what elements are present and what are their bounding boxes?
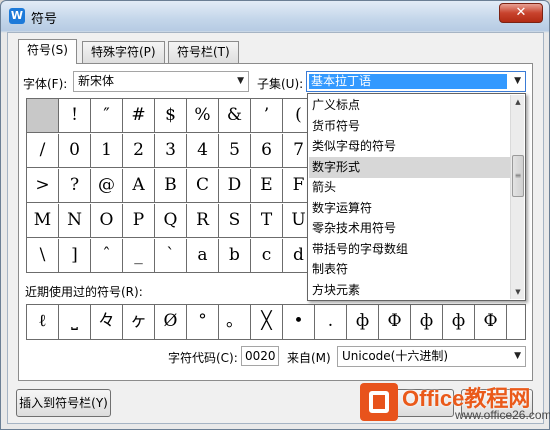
recent-symbol-cell[interactable]: ф bbox=[347, 305, 379, 339]
wps-app-icon: W bbox=[9, 8, 25, 24]
symbol-cell[interactable]: # bbox=[123, 99, 155, 133]
symbol-cell[interactable]: B bbox=[155, 169, 187, 203]
dropdown-option[interactable]: 带括号的字母数组 bbox=[309, 239, 513, 260]
tab-symbols[interactable]: 符号(S) bbox=[18, 39, 77, 64]
dropdown-option[interactable]: 制表符 bbox=[309, 259, 513, 280]
dropdown-scrollbar[interactable]: ▲ ≡ ▼ bbox=[510, 95, 524, 299]
dropdown-option[interactable]: 数字形式 bbox=[309, 156, 513, 178]
font-select-value: 新宋体 bbox=[78, 74, 115, 88]
symbol-dialog: W 符号 ✕ 符号(S) 特殊字符(P) 符号栏(T) 字体(F): 新宋体 ▼… bbox=[0, 0, 550, 430]
symbol-cell[interactable]: _ bbox=[123, 239, 155, 272]
watermark: Office教程网 www.office26.com bbox=[360, 381, 550, 425]
symbol-cell[interactable]: ″ bbox=[91, 99, 123, 133]
recent-symbol-cell[interactable]: Ф bbox=[379, 305, 411, 339]
symbol-cell[interactable]: T bbox=[251, 204, 283, 238]
office-logo-icon bbox=[360, 383, 398, 421]
symbol-cell[interactable]: Q bbox=[155, 204, 187, 238]
symbol-cell[interactable]: @ bbox=[91, 169, 123, 203]
dropdown-option[interactable]: 货币符号 bbox=[309, 116, 513, 137]
close-button[interactable]: ✕ bbox=[499, 3, 543, 23]
window-title: 符号 bbox=[31, 12, 58, 27]
symbol-cell[interactable]: c bbox=[251, 239, 283, 272]
chevron-down-icon: ▼ bbox=[514, 76, 521, 86]
symbol-cell[interactable]: S bbox=[219, 204, 251, 238]
recent-symbol-cell[interactable]: . bbox=[315, 305, 347, 339]
tab-special-characters[interactable]: 特殊字符(P) bbox=[82, 41, 165, 63]
title-bar: W 符号 ✕ bbox=[1, 1, 549, 31]
symbol-cell[interactable]: $ bbox=[155, 99, 187, 133]
symbol-cell[interactable]: 6 bbox=[251, 134, 283, 168]
tab-symbol-bar[interactable]: 符号栏(T) bbox=[168, 41, 239, 63]
symbol-cell[interactable]: ? bbox=[59, 169, 91, 203]
recent-symbol-cell[interactable]: ╳ bbox=[251, 305, 283, 339]
symbol-cell[interactable]: 3 bbox=[155, 134, 187, 168]
symbol-cell[interactable]: P bbox=[123, 204, 155, 238]
scroll-up-arrow-icon[interactable]: ▲ bbox=[511, 95, 525, 109]
subset-select-value: 基本拉丁语 bbox=[309, 74, 507, 89]
recent-symbol-cell[interactable]: ° bbox=[187, 305, 219, 339]
subset-label: 子集(U): bbox=[257, 77, 304, 91]
subset-select[interactable]: 基本拉丁语 ▼ bbox=[306, 71, 526, 92]
dropdown-option[interactable]: 箭头 bbox=[309, 177, 513, 198]
recent-symbol-cell[interactable]: • bbox=[283, 305, 315, 339]
from-select[interactable]: Unicode(十六进制) ▼ bbox=[337, 346, 526, 367]
symbol-cell[interactable]: R bbox=[187, 204, 219, 238]
scroll-down-arrow-icon[interactable]: ▼ bbox=[511, 285, 525, 299]
symbol-cell[interactable]: 2 bbox=[123, 134, 155, 168]
recent-symbol-cell[interactable]: ф bbox=[443, 305, 475, 339]
symbol-cell[interactable]: \ bbox=[27, 239, 59, 272]
dropdown-option[interactable]: 广义标点 bbox=[309, 95, 513, 116]
font-label: 字体(F): bbox=[23, 77, 68, 91]
symbol-cell[interactable] bbox=[27, 99, 59, 133]
char-code-input[interactable]: 0020 bbox=[241, 346, 279, 366]
symbol-cell[interactable]: 1 bbox=[91, 134, 123, 168]
symbol-cell[interactable]: A bbox=[123, 169, 155, 203]
recent-symbol-cell[interactable]: Ø bbox=[155, 305, 187, 339]
dropdown-option[interactable]: 类似字母的符号 bbox=[309, 136, 513, 157]
symbol-cell[interactable]: > bbox=[27, 169, 59, 203]
symbol-cell[interactable]: ! bbox=[59, 99, 91, 133]
symbol-cell[interactable]: 0 bbox=[59, 134, 91, 168]
from-select-value: Unicode(十六进制) bbox=[342, 349, 449, 363]
char-code-label: 字符代码(C): bbox=[168, 351, 238, 365]
symbol-cell[interactable]: & bbox=[219, 99, 251, 133]
symbol-cell[interactable]: ˋ bbox=[155, 239, 187, 272]
recent-symbol-cell[interactable]: ヶ bbox=[123, 305, 155, 339]
recent-symbol-cell[interactable]: ℓ bbox=[27, 305, 59, 339]
symbol-cell[interactable]: 5 bbox=[219, 134, 251, 168]
symbol-cell[interactable]: M bbox=[27, 204, 59, 238]
dropdown-option[interactable]: 零杂技术用符号 bbox=[309, 218, 513, 239]
symbol-cell[interactable]: D bbox=[219, 169, 251, 203]
symbol-cell[interactable]: ˆ bbox=[91, 239, 123, 272]
recent-symbol-cell[interactable]: ⎵ bbox=[59, 305, 91, 339]
symbol-cell[interactable]: O bbox=[91, 204, 123, 238]
symbol-cell[interactable]: C bbox=[187, 169, 219, 203]
font-select[interactable]: 新宋体 ▼ bbox=[73, 71, 249, 92]
dropdown-option[interactable]: 数字运算符 bbox=[309, 198, 513, 219]
subset-dropdown-list: 方块元素 制表符 带括号的字母数组 零杂技术用符号 数字运算符 箭头 数字形式 类似字母的符号… bbox=[307, 93, 526, 301]
scrollbar-thumb[interactable]: ≡ bbox=[512, 155, 524, 197]
symbol-cell[interactable]: b bbox=[219, 239, 251, 272]
symbol-cell[interactable]: E bbox=[251, 169, 283, 203]
insert-to-symbol-bar-button[interactable]: 插入到符号栏(Y) bbox=[16, 389, 111, 417]
chevron-down-icon: ▼ bbox=[237, 76, 244, 86]
symbol-cell[interactable]: ’ bbox=[251, 99, 283, 133]
symbol-cell[interactable]: % bbox=[187, 99, 219, 133]
recent-symbols-label: 近期使用过的符号(R): bbox=[25, 285, 143, 299]
watermark-url: www.office26.com bbox=[455, 408, 550, 422]
symbol-cell[interactable]: N bbox=[59, 204, 91, 238]
symbol-cell[interactable]: ] bbox=[59, 239, 91, 272]
symbol-cell[interactable]: a bbox=[187, 239, 219, 272]
symbol-cell[interactable]: / bbox=[27, 134, 59, 168]
recent-symbol-cell[interactable]: 。 bbox=[219, 305, 251, 339]
dropdown-option[interactable]: 方块元素 bbox=[309, 280, 513, 301]
recent-symbol-cell[interactable]: 々 bbox=[91, 305, 123, 339]
from-label: 来自(M) bbox=[287, 351, 331, 365]
recent-symbol-cell[interactable]: ф bbox=[411, 305, 443, 339]
chevron-down-icon: ▼ bbox=[514, 351, 521, 361]
recent-symbols-row: ℓ ⎵ 々ヶ Ø °。 ╳ •. ф Фф ф Ф bbox=[26, 304, 526, 340]
recent-symbol-cell[interactable]: Ф bbox=[475, 305, 507, 339]
symbol-cell[interactable]: 4 bbox=[187, 134, 219, 168]
